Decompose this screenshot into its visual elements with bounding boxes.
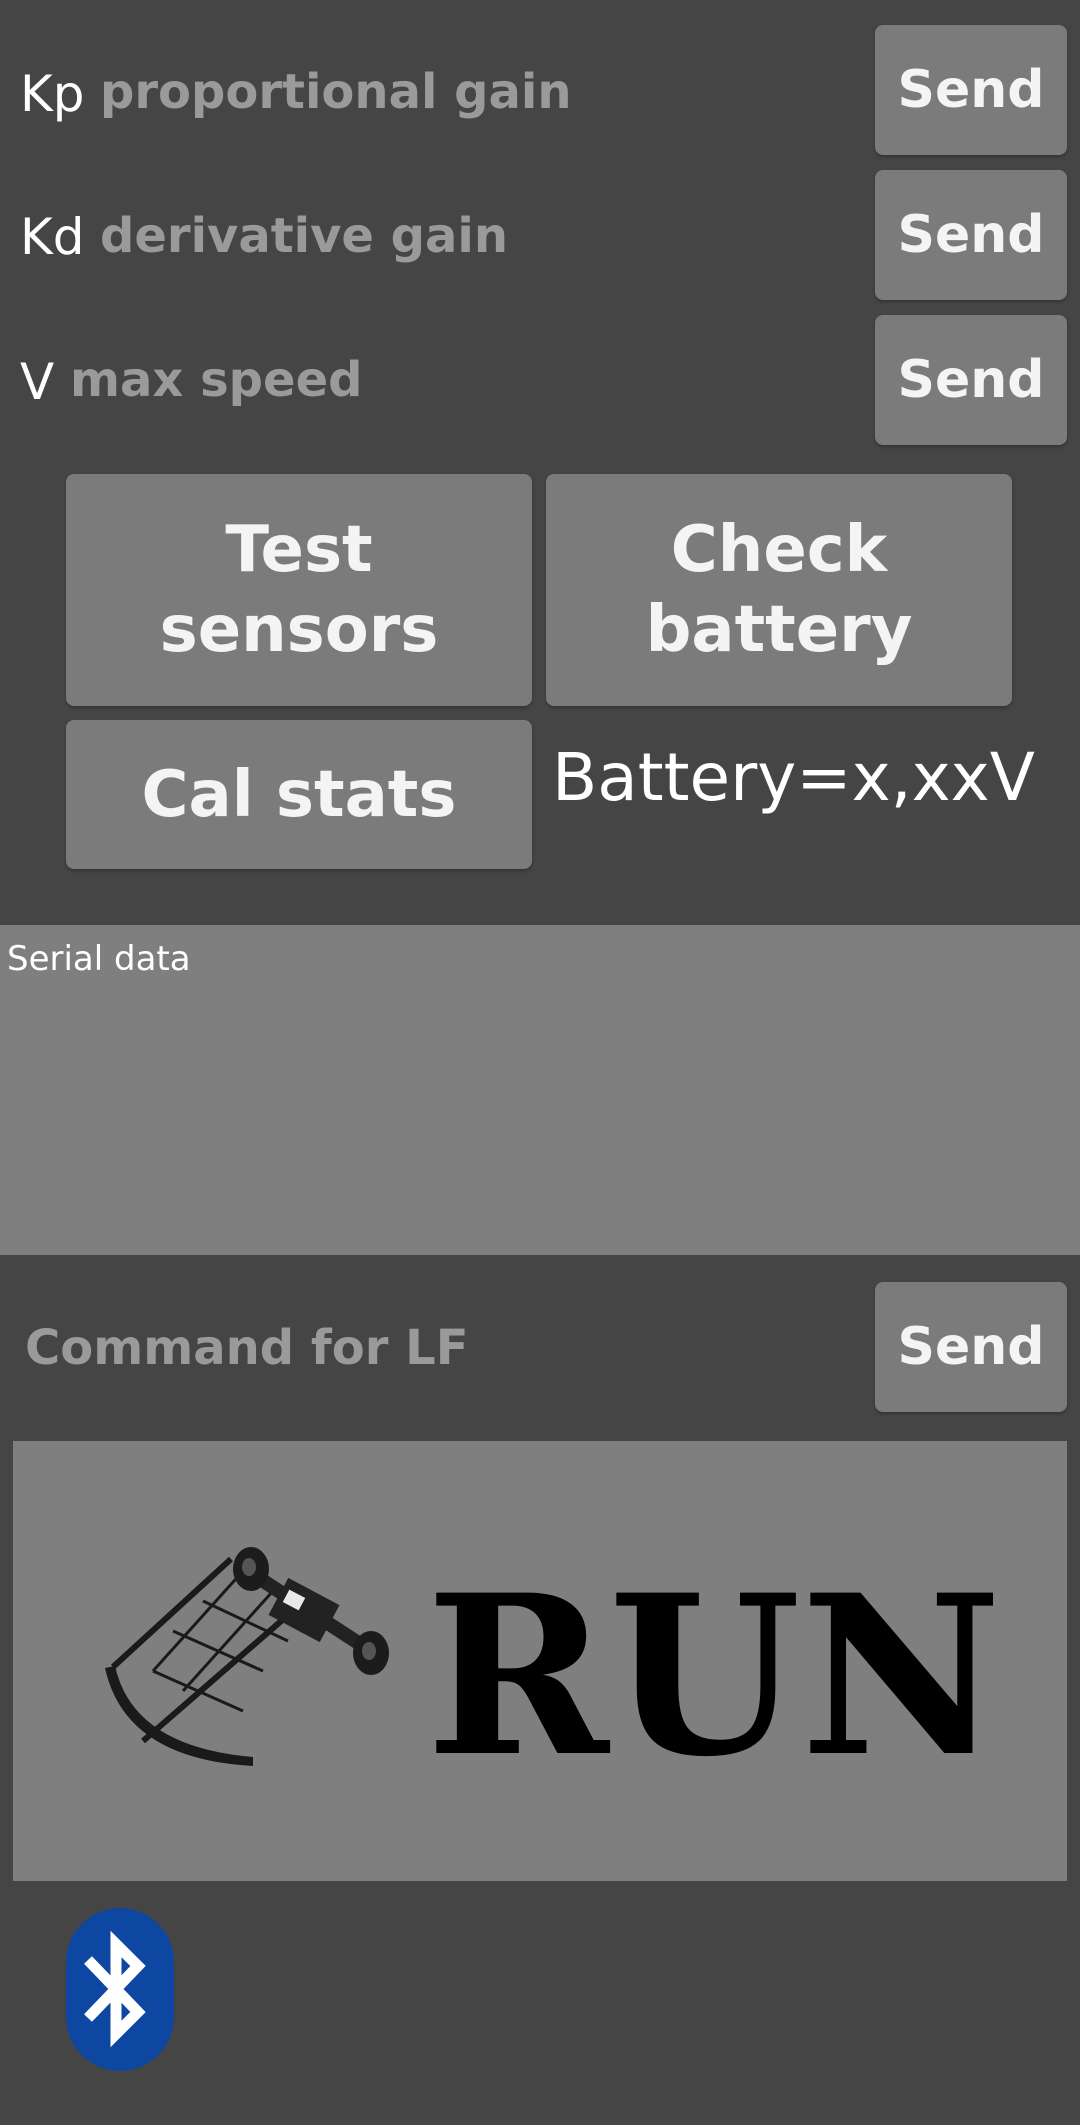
check-battery-label-line1: Check	[670, 513, 888, 587]
v-send-button[interactable]: Send	[875, 315, 1067, 445]
command-send-button[interactable]: Send	[875, 1282, 1067, 1412]
test-sensors-label-line2: sensors	[159, 593, 439, 667]
bluetooth-icon	[84, 1930, 146, 2048]
serial-data-box[interactable]: Serial data	[0, 925, 1080, 1255]
kp-input[interactable]	[100, 52, 860, 132]
serial-data-label: Serial data	[7, 939, 191, 979]
check-battery-button[interactable]: Check battery	[546, 474, 1012, 706]
battery-status: Battery=x,xxV	[552, 739, 1035, 816]
test-sensors-label-line1: Test	[225, 513, 373, 587]
command-input[interactable]	[25, 1308, 855, 1388]
kd-send-button[interactable]: Send	[875, 170, 1067, 300]
bluetooth-button[interactable]	[66, 1908, 174, 2071]
kp-send-button[interactable]: Send	[875, 25, 1067, 155]
kd-input[interactable]	[100, 196, 860, 276]
test-sensors-button[interactable]: Test sensors	[66, 474, 532, 706]
check-battery-label-line2: battery	[645, 593, 913, 667]
kp-label: Kp	[20, 65, 85, 123]
cal-stats-button[interactable]: Cal stats	[66, 720, 532, 869]
line-follower-robot-image: RUN	[105, 1546, 1002, 1805]
v-label: V	[20, 353, 55, 411]
run-button[interactable]: RUN	[13, 1441, 1067, 1881]
kd-label: Kd	[20, 208, 85, 266]
run-label: RUN	[426, 1546, 1002, 1805]
v-input[interactable]	[70, 340, 860, 420]
